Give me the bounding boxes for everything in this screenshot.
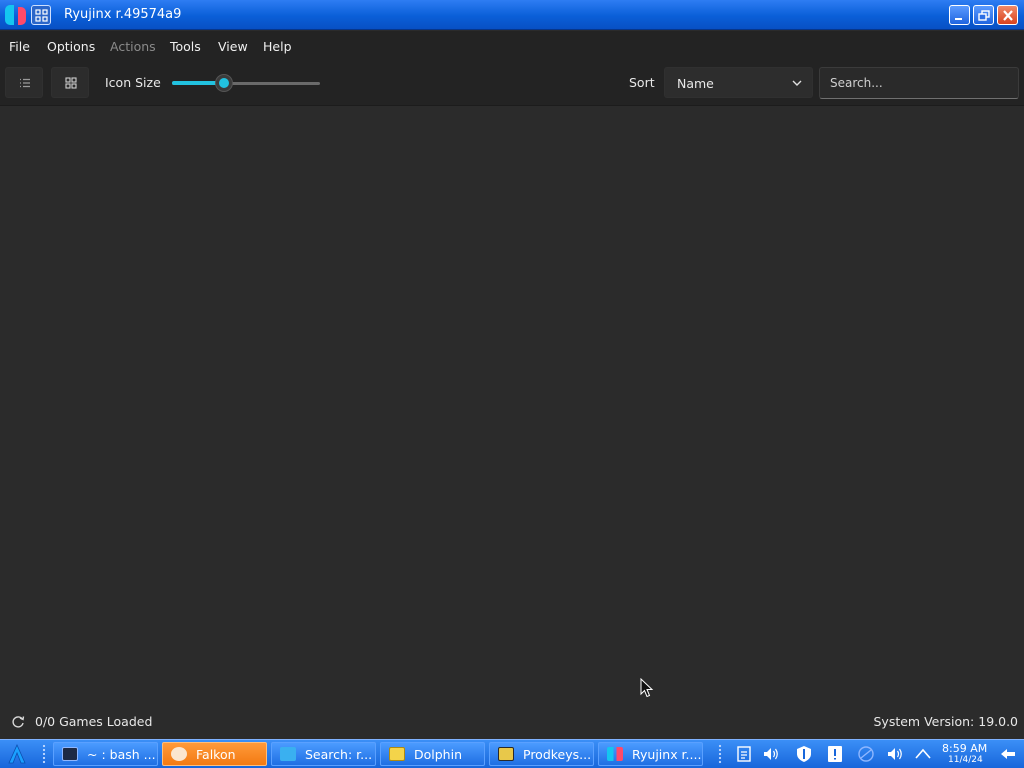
title-bar[interactable]: Ryujinx r.49574a9: [0, 0, 1024, 30]
terminal-icon: [62, 747, 78, 761]
status-bar: 0/0 Games Loaded System Version: 19.0.0: [0, 707, 1024, 739]
menu-bar: File Options Actions Tools View Help: [0, 31, 1024, 61]
menu-view[interactable]: View: [218, 39, 248, 54]
task-ryujinx[interactable]: Ryujinx r....: [598, 742, 703, 766]
search-window-icon: [280, 747, 296, 761]
menu-help[interactable]: Help: [263, 39, 292, 54]
shield-icon[interactable]: [795, 745, 813, 763]
grid-view-button[interactable]: [51, 67, 89, 98]
window-menu-button[interactable]: [31, 5, 51, 25]
games-loaded-count: 0/0 Games Loaded: [35, 714, 153, 729]
sort-selected-value: Name: [677, 76, 714, 91]
slider-thumb[interactable]: [215, 75, 232, 91]
icon-size-slider[interactable]: [170, 73, 322, 93]
grid-icon: [35, 9, 48, 22]
menu-tools[interactable]: Tools: [170, 39, 201, 54]
speaker-icon[interactable]: [886, 745, 904, 763]
search-input[interactable]: [819, 67, 1019, 99]
window-title: Ryujinx r.49574a9: [64, 7, 182, 22]
task-search[interactable]: Search: r...: [271, 742, 376, 766]
task-falkon[interactable]: Falkon: [162, 742, 267, 766]
sort-label: Sort: [629, 75, 655, 90]
restore-icon: [978, 10, 990, 21]
game-list-area[interactable]: [0, 106, 1024, 707]
archive-icon: [498, 747, 514, 761]
minimize-button[interactable]: [949, 5, 970, 25]
clock-time[interactable]: 8:59 AM: [942, 742, 987, 755]
ryujinx-logo-icon: [5, 5, 27, 25]
close-icon: [1003, 10, 1013, 21]
ryujinx-icon: [607, 747, 623, 761]
refresh-icon[interactable]: [10, 714, 26, 730]
icon-size-label: Icon Size: [105, 75, 161, 90]
taskbar-grip[interactable]: [42, 744, 46, 764]
mouse-cursor-icon: [640, 678, 654, 698]
taskbar: ~ : bash ... Falkon Search: r... Dolphin…: [0, 739, 1024, 768]
system-version: System Version: 19.0.0: [873, 714, 1019, 729]
chevron-down-icon: [792, 80, 802, 86]
clock-date[interactable]: 11/4/24: [948, 755, 983, 765]
folder-icon: [389, 747, 405, 761]
task-dolphin[interactable]: Dolphin: [380, 742, 485, 766]
menu-actions[interactable]: Actions: [110, 39, 156, 54]
list-view-button[interactable]: [5, 67, 43, 98]
close-button[interactable]: [997, 5, 1018, 25]
list-icon: [20, 78, 30, 88]
start-menu-icon[interactable]: [3, 742, 31, 766]
chevron-up-icon[interactable]: [914, 745, 932, 763]
menu-file[interactable]: File: [9, 39, 30, 54]
tray-grip[interactable]: [718, 744, 722, 764]
toolbar: Icon Size Sort Name: [0, 61, 1024, 106]
menu-options[interactable]: Options: [47, 39, 95, 54]
show-desktop-icon[interactable]: [999, 745, 1017, 763]
grid-icon: [65, 77, 77, 89]
maximize-button[interactable]: [973, 5, 994, 25]
volume-icon[interactable]: [762, 745, 780, 763]
falkon-icon: [171, 747, 187, 761]
task-prodkeys[interactable]: Prodkeys...: [489, 742, 594, 766]
sort-dropdown[interactable]: Name: [664, 67, 813, 98]
notification-icon[interactable]: [826, 745, 844, 763]
task-bash[interactable]: ~ : bash ...: [53, 742, 158, 766]
clipboard-icon[interactable]: [735, 745, 753, 763]
network-icon[interactable]: [857, 745, 875, 763]
minimize-icon: [955, 18, 962, 20]
